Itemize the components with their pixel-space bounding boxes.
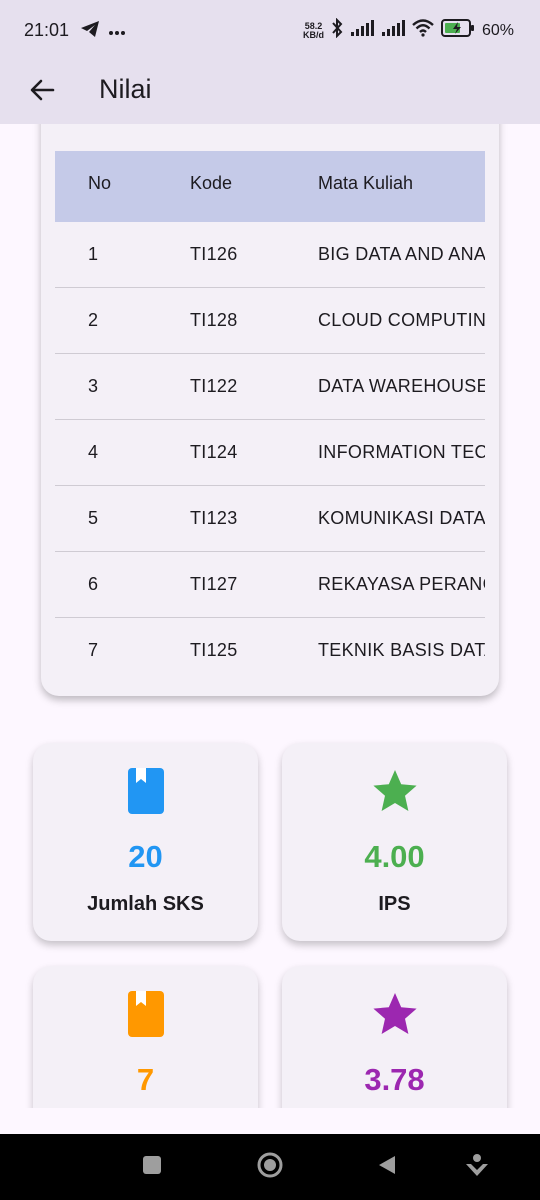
book-icon [122, 990, 170, 1038]
cell-mata-kuliah: KOMUNIKASI DATA [318, 508, 485, 528]
table-header: No Kode Mata Kuliah [55, 151, 485, 222]
battery-icon [440, 19, 475, 42]
grades-table-card: No Kode Mata Kuliah 1 TI126 BIG DATA AND… [41, 124, 499, 696]
header-kode: Kode [190, 173, 233, 193]
book-icon [122, 767, 170, 815]
cell-mata-kuliah: REKAYASA PERANG [318, 574, 485, 594]
table-row: 4 TI124 INFORMATION TEC [55, 420, 485, 486]
grades-table[interactable]: No Kode Mata Kuliah 1 TI126 BIG DATA AND… [55, 151, 485, 681]
recents-button[interactable] [137, 1152, 167, 1182]
stat-card-ips: 4.00 IPS [282, 743, 507, 941]
telegram-icon [80, 20, 100, 43]
star-icon [371, 990, 419, 1038]
triangle-back-icon [376, 1154, 398, 1181]
cell-no: 2 [88, 310, 99, 330]
cell-no: 5 [88, 508, 99, 528]
cell-no: 7 [88, 640, 99, 660]
cell-no: 3 [88, 376, 99, 396]
arrow-back-icon [29, 77, 55, 108]
cell-kode: TI124 [190, 442, 238, 462]
stat-label: IPS [378, 893, 411, 915]
stat-value: 3.78 [364, 1062, 425, 1097]
assistant-down-icon [464, 1152, 490, 1183]
table-row: 6 TI127 REKAYASA PERANG [55, 552, 485, 618]
battery-percent: 60% [481, 21, 514, 39]
page-title: Nilai [99, 74, 152, 104]
status-bar: 21:01 58.2 KB/d 60% [0, 0, 540, 62]
header-no: No [88, 173, 112, 193]
stat-value: 4.00 [364, 839, 425, 874]
cell-no: 1 [88, 244, 99, 264]
assistant-button[interactable] [462, 1152, 492, 1182]
status-time: 21:01 [24, 20, 70, 40]
square-icon [142, 1155, 162, 1180]
stat-label: Jumlah SKS [87, 893, 204, 915]
stat-value: 7 [136, 1062, 155, 1097]
circle-icon [256, 1151, 284, 1184]
signal-icon-1 [350, 20, 374, 41]
bluetooth-icon [331, 17, 343, 43]
cell-no: 4 [88, 442, 99, 462]
cell-mata-kuliah: BIG DATA AND ANA [318, 244, 485, 264]
cell-no: 6 [88, 574, 99, 594]
cell-mata-kuliah: CLOUD COMPUTING [318, 310, 485, 330]
more-notifications-icon [108, 23, 126, 41]
cell-mata-kuliah: DATA WAREHOUSE [318, 376, 485, 396]
table-row: 5 TI123 KOMUNIKASI DATA [55, 486, 485, 552]
app-bar: Nilai [0, 62, 540, 124]
content-scroll[interactable]: No Kode Mata Kuliah 1 TI126 BIG DATA AND… [0, 124, 540, 1108]
stat-card-jumlah-sks: 20 Jumlah SKS [33, 743, 258, 941]
cell-kode: TI123 [190, 508, 238, 528]
back-button[interactable] [22, 72, 62, 112]
stat-card-4: 3.78 [282, 966, 507, 1108]
network-speed: 58.2 KB/d [302, 20, 324, 40]
cell-kode: TI128 [190, 310, 238, 330]
signal-icon-2 [381, 20, 405, 41]
cell-mata-kuliah: INFORMATION TEC [318, 442, 485, 462]
back-nav-button[interactable] [372, 1152, 402, 1182]
home-button[interactable] [255, 1152, 285, 1182]
stat-card-3: 7 [33, 966, 258, 1108]
star-icon [371, 767, 419, 815]
cell-kode: TI122 [190, 376, 238, 396]
header-mata-kuliah: Mata Kuliah [318, 173, 414, 193]
cell-kode: TI126 [190, 244, 238, 264]
system-nav-bar [0, 1134, 540, 1200]
table-row: 1 TI126 BIG DATA AND ANA [55, 222, 485, 288]
cell-kode: TI125 [190, 640, 238, 660]
cell-mata-kuliah: TEKNIK BASIS DATA [318, 640, 485, 660]
table-row: 3 TI122 DATA WAREHOUSE [55, 354, 485, 420]
stat-value: 20 [128, 839, 163, 874]
table-row: 7 TI125 TEKNIK BASIS DATA [55, 618, 485, 681]
table-row: 2 TI128 CLOUD COMPUTING [55, 288, 485, 354]
wifi-icon [412, 19, 434, 42]
cell-kode: TI127 [190, 574, 238, 594]
